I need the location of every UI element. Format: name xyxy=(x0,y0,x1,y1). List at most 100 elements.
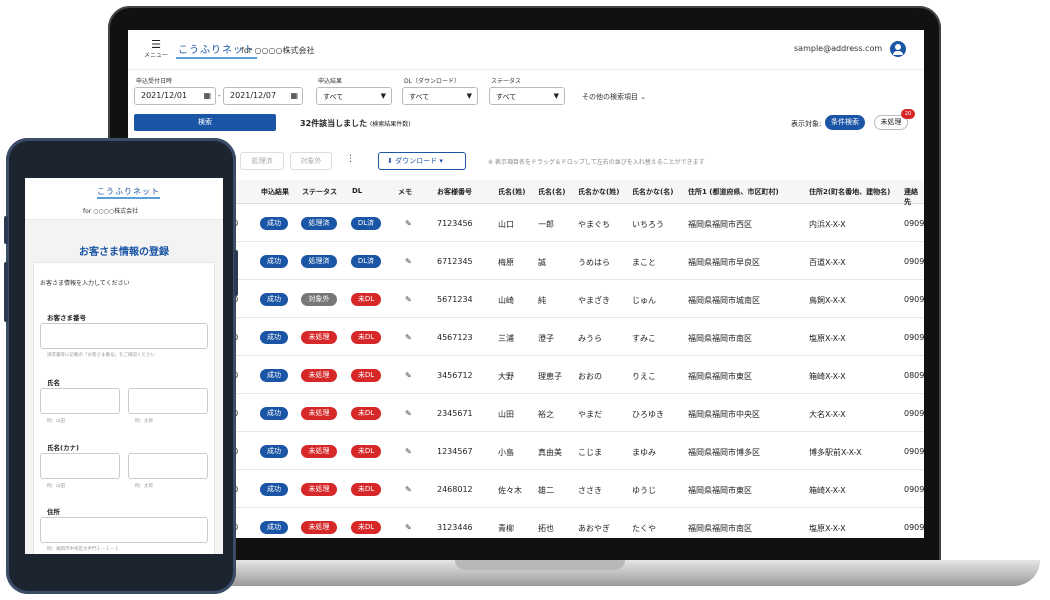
status-chip: 未処理 xyxy=(301,483,337,496)
customer-no-label: お客さま番号 xyxy=(47,314,86,322)
mark-processed-button[interactable]: 処理済 xyxy=(240,152,284,170)
user-email: sample@address.com xyxy=(794,44,883,53)
customer-no-cell: 7123456 xyxy=(437,219,473,228)
result-chip: 成功 xyxy=(260,407,288,420)
more-vert-icon[interactable]: ⋮ xyxy=(346,154,355,164)
last-kana-cell: ささき xyxy=(578,486,602,495)
edit-memo-icon[interactable]: ✎ xyxy=(405,447,412,456)
contact-cell: 0909 xyxy=(904,295,924,304)
first-kana-cell: ゆうじ xyxy=(632,486,656,495)
contact-cell: 0909 xyxy=(904,447,924,456)
edit-memo-icon[interactable]: ✎ xyxy=(405,371,412,380)
customer-no-input[interactable] xyxy=(40,323,208,349)
date-separator: - xyxy=(218,92,221,100)
address1-cell: 福岡県福岡市博多区 xyxy=(688,448,760,457)
admin-screen: ☰ メニュー こうふりネット for ○○○○株式会社 sample@addre… xyxy=(128,30,924,538)
status-chip: 未処理 xyxy=(301,331,337,344)
edit-memo-icon[interactable]: ✎ xyxy=(405,333,412,342)
menu-button[interactable]: ☰ メニュー xyxy=(142,39,170,59)
edit-memo-icon[interactable]: ✎ xyxy=(405,295,412,304)
dl-select[interactable]: すべて ▼ xyxy=(402,87,478,105)
search-button[interactable]: 検索 xyxy=(134,114,276,131)
dl-chip: 未DL xyxy=(351,407,381,420)
more-search-toggle[interactable]: その他の検索項目 ⌄ xyxy=(582,92,646,102)
date-from-input[interactable]: 2021/12/01 ▦ xyxy=(134,87,216,105)
edit-memo-icon[interactable]: ✎ xyxy=(405,219,412,228)
address1-cell: 福岡県福岡市城南区 xyxy=(688,296,760,305)
dl-chip: DL済 xyxy=(351,217,381,230)
download-icon: ⬇ xyxy=(387,157,393,165)
first-name-input[interactable] xyxy=(128,388,208,414)
table-row[interactable]: 00成功対象外未DL✎5671234山崎純やまざきじゅん福岡県福岡市城南区鳥飼X… xyxy=(128,280,924,318)
customer-no-cell: 3456712 xyxy=(437,371,473,380)
address2-cell: 箱崎X-X-X xyxy=(809,486,846,495)
dl-value: すべて xyxy=(409,93,430,101)
dl-label: DL（ダウンロード） xyxy=(404,78,460,85)
first-kana-input[interactable] xyxy=(128,453,208,479)
address-input[interactable] xyxy=(40,517,208,543)
col-last-kana[interactable]: 氏名かな(姓) xyxy=(578,187,619,197)
calendar-icon[interactable]: ▦ xyxy=(203,91,211,100)
filter-pill-search[interactable]: 条件検索 xyxy=(825,115,865,130)
table-row[interactable]: 00成功未処理未DL✎4567123三浦澄子みうらすみこ福岡県福岡市南区塩原X-… xyxy=(128,318,924,356)
account-icon[interactable] xyxy=(890,41,906,57)
table-row[interactable]: 00成功処理済DL済✎7123456山口一郎やまぐちいちろう福岡県福岡市西区内浜… xyxy=(128,204,924,242)
last-kana-input[interactable] xyxy=(40,453,120,479)
edit-memo-icon[interactable]: ✎ xyxy=(405,485,412,494)
status-value: すべて xyxy=(496,93,517,101)
contact-cell: 0909 xyxy=(904,333,924,342)
address1-cell: 福岡県福岡市東区 xyxy=(688,372,752,381)
result-chip: 成功 xyxy=(260,217,288,230)
mobile-form-screen: こうふりネット for ○○○○株式会社 お客さま情報の登録 お客さま情報を入力… xyxy=(25,178,223,554)
result-select[interactable]: すべて ▼ xyxy=(316,87,392,105)
first-name-cell: 誠 xyxy=(538,258,546,267)
calendar-icon[interactable]: ▦ xyxy=(290,91,298,100)
mark-excluded-button[interactable]: 対象外 xyxy=(290,152,332,170)
col-first-kana[interactable]: 氏名かな(名) xyxy=(632,187,673,197)
caret-down-icon: ▾ xyxy=(439,157,443,165)
status-select[interactable]: すべて ▼ xyxy=(489,87,565,105)
col-result[interactable]: 申込結果 xyxy=(261,187,289,197)
first-name-cell: 理恵子 xyxy=(538,372,562,381)
col-last-name[interactable]: 氏名(姓) xyxy=(498,187,525,197)
col-status[interactable]: ステータス xyxy=(302,187,337,197)
edit-memo-icon[interactable]: ✎ xyxy=(405,257,412,266)
last-name-cell: 佐々木 xyxy=(498,486,522,495)
status-chip: 処理済 xyxy=(301,217,337,230)
col-dl[interactable]: DL xyxy=(352,187,362,195)
last-name-cell: 山口 xyxy=(498,220,514,229)
col-memo[interactable]: メモ xyxy=(398,187,412,197)
last-kana-cell: みうら xyxy=(578,334,602,343)
last-kana-hint: 例：山田 xyxy=(47,484,65,489)
last-kana-cell: やまざき xyxy=(578,296,610,305)
date-from-value: 2021/12/01 xyxy=(141,91,188,100)
result-count-sub: (検索結果件数) xyxy=(369,121,411,128)
address1-cell: 福岡県福岡市南区 xyxy=(688,334,752,343)
last-name-cell: 山崎 xyxy=(498,296,514,305)
col-address1[interactable]: 住所1 (都道府県、市区町村) xyxy=(688,187,779,197)
col-customer-no[interactable]: お客様番号 xyxy=(437,187,472,197)
download-button[interactable]: ⬇ ダウンロード ▾ xyxy=(378,152,466,170)
table-row[interactable]: 00成功未処理未DL✎2345671山田裕之やまだひろゆき福岡県福岡市中央区大名… xyxy=(128,394,924,432)
mobile-company: for ○○○○株式会社 xyxy=(83,208,139,215)
date-label: 申込受付日時 xyxy=(136,78,173,85)
first-name-cell: 澄子 xyxy=(538,334,554,343)
table-row[interactable]: 00成功未処理未DL✎2468012佐々木雄二ささきゆうじ福岡県福岡市東区箱崎X… xyxy=(128,470,924,508)
table-row[interactable]: 00成功処理済DL済✎6712345梅原誠うめはらまこと福岡県福岡市早良区百道X… xyxy=(128,242,924,280)
edit-memo-icon[interactable]: ✎ xyxy=(405,409,412,418)
dl-chip: 未DL xyxy=(351,483,381,496)
last-name-input[interactable] xyxy=(40,388,120,414)
first-kana-cell: いちろう xyxy=(632,220,664,229)
edit-memo-icon[interactable]: ✎ xyxy=(405,523,412,532)
date-to-input[interactable]: 2021/12/07 ▦ xyxy=(223,87,303,105)
table-row[interactable]: 00成功未処理未DL✎3123446青柳拓也あおやぎたくや福岡県福岡市南区塩原X… xyxy=(128,508,924,538)
first-name-hint: 例：太郎 xyxy=(135,419,153,424)
col-first-name[interactable]: 氏名(名) xyxy=(538,187,565,197)
table-row[interactable]: 00成功未処理未DL✎3456712大野理恵子おおのりえこ福岡県福岡市東区箱崎X… xyxy=(128,356,924,394)
date-to-value: 2021/12/07 xyxy=(230,91,277,100)
last-name-cell: 梅原 xyxy=(498,258,514,267)
table-row[interactable]: 00成功未処理未DL✎1234567小島真由美こじままゆみ福岡県福岡市博多区博多… xyxy=(128,432,924,470)
display-target-label: 表示対象: xyxy=(791,120,822,128)
address1-cell: 福岡県福岡市東区 xyxy=(688,486,752,495)
col-address2[interactable]: 住所2(町名番地、建物名) xyxy=(809,187,890,197)
